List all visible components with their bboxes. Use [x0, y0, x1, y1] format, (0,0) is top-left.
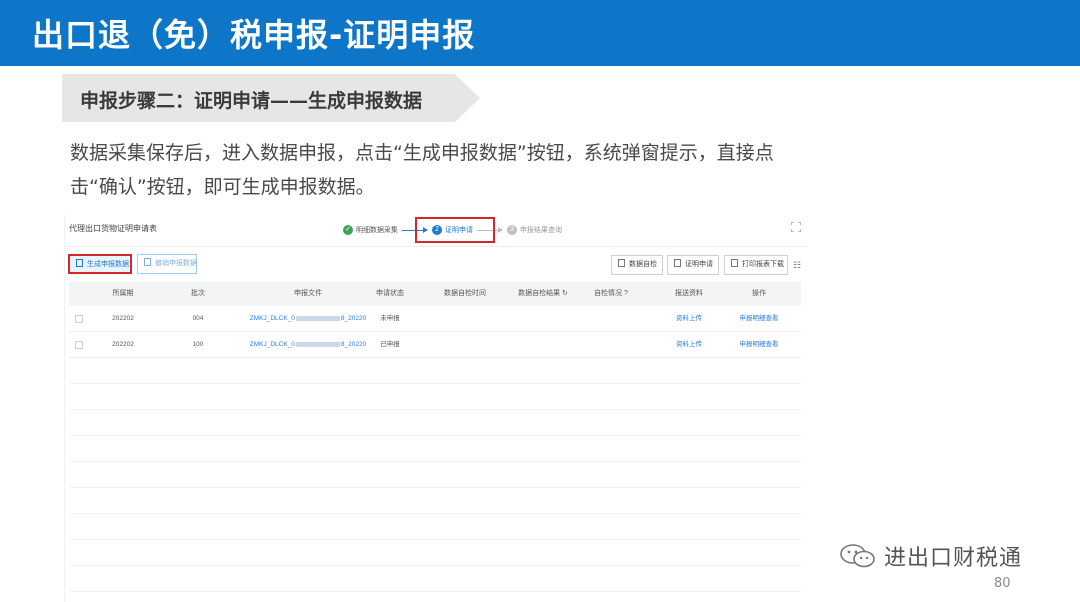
wechat-icon: [840, 544, 875, 568]
column-header: 数据自检结果 ↻: [507, 282, 579, 306]
file-name-prefix: ZMKJ_DLCK_0: [249, 315, 295, 322]
toolbar: 生成申报数据 撤销申报数据 数据自检 证明申请 打印报表下载 ☷: [65, 254, 808, 276]
column-settings-icon[interactable]: ☷: [793, 260, 801, 271]
print-download-label: 打印报表下载: [742, 261, 784, 268]
revoke-label: 撤销申报数据: [155, 260, 197, 267]
empty-row: [69, 488, 801, 514]
data-check-button[interactable]: 数据自检: [611, 255, 663, 275]
cell-period: 202202: [112, 315, 134, 322]
table-header: 所属期 批次 申报文件 申请状态 数据自检时间 数据自检结果 ↻ 自检情况 ? …: [69, 282, 801, 306]
file-name-prefix: ZMKJ_DLCK_0: [249, 341, 295, 348]
app-header: 代理出口货物证明申请表 ✓ 明细数据采集 2 证明申请 3 申报结果查询: [65, 214, 808, 244]
empty-row: [69, 540, 801, 566]
cell-file-link[interactable]: ZMKJ_DLCK_0 8_20220: [243, 306, 373, 332]
refresh-icon[interactable]: ↻: [562, 290, 568, 297]
description-text: 数据采集保存后，进入数据申报，点击“生成申报数据”按钮，系统弹窗提示，直接点击“…: [70, 142, 774, 198]
empty-row: [69, 384, 801, 410]
empty-row: [69, 566, 801, 592]
app-screenshot: 代理出口货物证明申请表 ✓ 明细数据采集 2 证明申请 3 申报结果查询 生成申…: [64, 214, 808, 602]
column-header: 数据自检时间: [444, 290, 486, 297]
column-header-label: 数据自检结果: [518, 290, 561, 297]
cell-batch: 100: [192, 341, 204, 348]
cell-file-link[interactable]: ZMKJ_DLCK_0 8_20220: [243, 332, 373, 358]
upload-materials-link[interactable]: 资料上传: [661, 332, 717, 358]
cert-apply-label: 证明申请: [685, 261, 713, 268]
divider: [65, 246, 808, 247]
column-header: 报送资料: [675, 290, 703, 297]
empty-row: [69, 462, 801, 488]
view-details-link[interactable]: 申报明细查看: [729, 332, 789, 358]
print-download-button[interactable]: 打印报表下载: [724, 255, 788, 275]
cell-check-time: [429, 306, 501, 332]
masked-text: [295, 341, 340, 347]
check-icon: ✓: [343, 225, 353, 235]
column-header: 批次: [191, 290, 205, 297]
step-label: 明细数据采集: [356, 227, 398, 234]
cell-check-time: [429, 332, 501, 358]
cell-period: 202202: [112, 341, 134, 348]
empty-row: [69, 592, 801, 602]
printer-icon: [731, 259, 738, 267]
declaration-table: 所属期 批次 申报文件 申请状态 数据自检时间 数据自检结果 ↻ 自检情况 ? …: [69, 282, 801, 602]
revoke-declaration-button[interactable]: 撤销申报数据: [137, 254, 197, 274]
highlight-box: [415, 217, 495, 243]
cert-apply-button[interactable]: 证明申请: [667, 255, 719, 275]
document-icon: [674, 259, 681, 267]
masked-text: [295, 315, 340, 321]
cell-check-result: [507, 306, 579, 332]
step-label: 申报结果查询: [520, 227, 562, 234]
help-icon[interactable]: ?: [624, 290, 628, 297]
row-checkbox[interactable]: [75, 315, 83, 323]
column-header: 申请状态: [376, 290, 404, 297]
cell-status: 未申报: [380, 315, 400, 322]
document-icon: [76, 259, 83, 267]
upload-materials-link[interactable]: 资料上传: [661, 306, 717, 332]
watermark-text: 进出口财税通: [884, 546, 1023, 571]
column-header: 申报文件: [294, 290, 322, 297]
view-details-link[interactable]: 申报明细查看: [729, 306, 789, 332]
generate-declaration-button[interactable]: 生成申报数据: [68, 254, 132, 274]
watermark: 进出口财税通: [838, 540, 1022, 572]
fullscreen-icon[interactable]: [791, 222, 801, 232]
document-icon: [618, 259, 625, 267]
table-row: 202202 100 ZMKJ_DLCK_0 8_20220 已申报 资料上传 申…: [69, 332, 801, 358]
row-checkbox[interactable]: [75, 341, 83, 349]
cell-status: 已申报: [380, 341, 400, 348]
cell-batch: 004: [192, 315, 204, 322]
empty-row: [69, 436, 801, 462]
step-collect[interactable]: ✓ 明细数据采集: [343, 225, 398, 235]
step-banner-text: 申报步骤二：证明申请——生成申报数据: [80, 90, 423, 112]
column-header: 操作: [752, 290, 766, 297]
column-header-label: 自检情况: [594, 290, 623, 297]
app-title: 代理出口货物证明申请表: [69, 224, 157, 233]
empty-row: [69, 410, 801, 436]
empty-row: [69, 514, 801, 540]
step-number: 3: [507, 225, 517, 235]
data-check-label: 数据自检: [629, 261, 657, 268]
slide-title: 出口退（免）税申报-证明申报: [32, 16, 476, 54]
cell-check-result: [507, 332, 579, 358]
generate-label: 生成申报数据: [87, 261, 129, 268]
column-header: 自检情况 ?: [581, 282, 641, 306]
document-icon: [144, 258, 151, 266]
empty-row: [69, 358, 801, 384]
page-number: 80: [994, 576, 1011, 591]
cell-check-detail: [581, 306, 641, 332]
table-row: 202202 004 ZMKJ_DLCK_0 8_20220 未申报 资料上传 申…: [69, 306, 801, 332]
cell-check-detail: [581, 332, 641, 358]
column-header: 所属期: [112, 290, 134, 297]
step-result-query[interactable]: 3 申报结果查询: [507, 225, 562, 235]
